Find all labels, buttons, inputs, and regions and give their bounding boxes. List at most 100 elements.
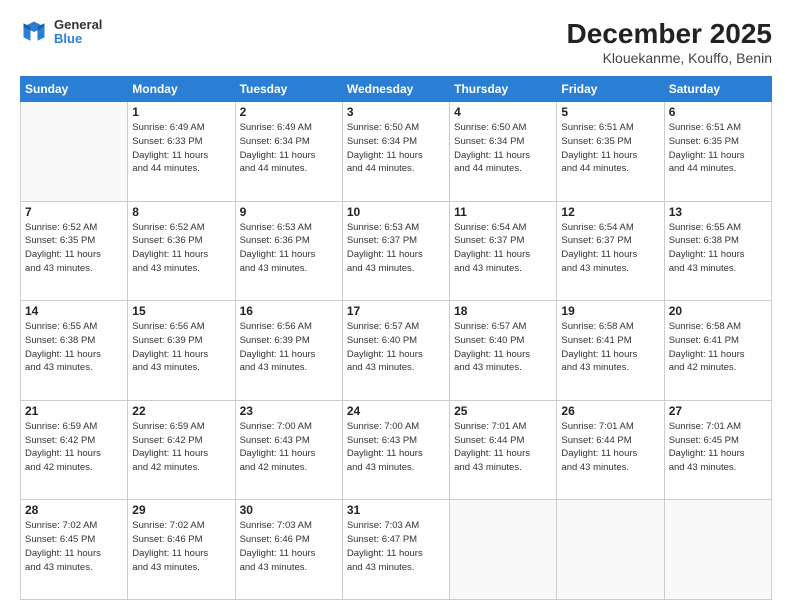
day-info: Sunrise: 7:00 AMSunset: 6:43 PMDaylight:… — [347, 420, 445, 475]
col-saturday: Saturday — [664, 77, 771, 102]
calendar-cell: 21Sunrise: 6:59 AMSunset: 6:42 PMDayligh… — [21, 400, 128, 500]
day-info: Sunrise: 6:57 AMSunset: 6:40 PMDaylight:… — [454, 320, 552, 375]
calendar-cell: 29 Sunrise: 7:02 AMSunset: 6:46 PMDayligh… — [128, 500, 235, 600]
day-number: 15 — [132, 304, 230, 318]
day-number: 24 — [347, 404, 445, 418]
day-info: Sunrise: 6:58 AMSunset: 6:41 PMDaylight:… — [561, 320, 659, 375]
day-info: Sunrise: 6:52 AMSunset: 6:36 PMDaylight:… — [132, 221, 230, 276]
logo-text: General Blue — [54, 18, 102, 47]
day-info: Sunrise: 6:55 AMSunset: 6:38 PMDaylight:… — [669, 221, 767, 276]
month-title: December 2025 — [567, 18, 772, 50]
calendar-cell: 2 Sunrise: 6:49 AMSunset: 6:34 PMDaylight… — [235, 102, 342, 202]
col-friday: Friday — [557, 77, 664, 102]
logo-blue-text: Blue — [54, 32, 102, 46]
calendar-cell: 28Sunrise: 7:02 AMSunset: 6:45 PMDayligh… — [21, 500, 128, 600]
day-info: Sunrise: 6:56 AMSunset: 6:39 PMDaylight:… — [132, 320, 230, 375]
day-info: Sunrise: 6:51 AMSunset: 6:35 PMDaylight:… — [669, 121, 767, 176]
calendar-cell: 4Sunrise: 6:50 AMSunset: 6:34 PMDaylight… — [450, 102, 557, 202]
day-number: 28 — [25, 503, 123, 517]
day-info: Sunrise: 7:01 AMSunset: 6:44 PMDaylight:… — [454, 420, 552, 475]
calendar-cell: 31Sunrise: 7:03 AMSunset: 6:47 PMDayligh… — [342, 500, 449, 600]
day-info: Sunrise: 6:49 AMSunset: 6:34 PMDaylight:… — [240, 121, 338, 176]
calendar-cell: 14 Sunrise: 6:55 AMSunset: 6:38 PMDayligh… — [21, 301, 128, 401]
calendar-cell: 1 Sunrise: 6:49 AMSunset: 6:33 PMDaylight… — [128, 102, 235, 202]
day-info: Sunrise: 6:52 AMSunset: 6:35 PMDaylight:… — [25, 221, 123, 276]
calendar-cell: 27 Sunrise: 7:01 AMSunset: 6:45 PMDayligh… — [664, 400, 771, 500]
calendar-week-row-0: 1 Sunrise: 6:49 AMSunset: 6:33 PMDaylight… — [21, 102, 772, 202]
calendar-cell: 30 Sunrise: 7:03 AMSunset: 6:46 PMDayligh… — [235, 500, 342, 600]
calendar-cell: 8 Sunrise: 6:52 AMSunset: 6:36 PMDaylight… — [128, 201, 235, 301]
day-info: Sunrise: 6:58 AMSunset: 6:41 PMDaylight:… — [669, 320, 767, 375]
day-info: Sunrise: 7:02 AMSunset: 6:46 PMDaylight:… — [132, 519, 230, 574]
calendar-cell: 3 Sunrise: 6:50 AMSunset: 6:34 PMDaylight… — [342, 102, 449, 202]
calendar-cell: 7 Sunrise: 6:52 AMSunset: 6:35 PMDaylight… — [21, 201, 128, 301]
calendar-cell: 19Sunrise: 6:58 AMSunset: 6:41 PMDayligh… — [557, 301, 664, 401]
day-info: Sunrise: 6:49 AMSunset: 6:33 PMDaylight:… — [132, 121, 230, 176]
day-number: 29 — [132, 503, 230, 517]
calendar-cell: 20 Sunrise: 6:58 AMSunset: 6:41 PMDayligh… — [664, 301, 771, 401]
calendar-cell: 24 Sunrise: 7:00 AMSunset: 6:43 PMDayligh… — [342, 400, 449, 500]
day-number: 25 — [454, 404, 552, 418]
col-wednesday: Wednesday — [342, 77, 449, 102]
day-number: 17 — [347, 304, 445, 318]
day-info: Sunrise: 7:01 AMSunset: 6:45 PMDaylight:… — [669, 420, 767, 475]
day-info: Sunrise: 6:57 AMSunset: 6:40 PMDaylight:… — [347, 320, 445, 375]
calendar-cell: 26Sunrise: 7:01 AMSunset: 6:44 PMDayligh… — [557, 400, 664, 500]
calendar-cell: 5Sunrise: 6:51 AMSunset: 6:35 PMDaylight… — [557, 102, 664, 202]
day-number: 4 — [454, 105, 552, 119]
calendar-cell — [450, 500, 557, 600]
logo-icon — [20, 18, 48, 46]
calendar-cell: 16 Sunrise: 6:56 AMSunset: 6:39 PMDayligh… — [235, 301, 342, 401]
day-number: 10 — [347, 205, 445, 219]
day-number: 30 — [240, 503, 338, 517]
calendar-cell: 17 Sunrise: 6:57 AMSunset: 6:40 PMDayligh… — [342, 301, 449, 401]
calendar-cell — [21, 102, 128, 202]
day-number: 13 — [669, 205, 767, 219]
day-info: Sunrise: 6:59 AMSunset: 6:42 PMDaylight:… — [132, 420, 230, 475]
day-info: Sunrise: 6:53 AMSunset: 6:37 PMDaylight:… — [347, 221, 445, 276]
logo: General Blue — [20, 18, 102, 47]
day-number: 27 — [669, 404, 767, 418]
day-info: Sunrise: 7:00 AMSunset: 6:43 PMDaylight:… — [240, 420, 338, 475]
day-info: Sunrise: 6:59 AMSunset: 6:42 PMDaylight:… — [25, 420, 123, 475]
calendar-cell: 11Sunrise: 6:54 AMSunset: 6:37 PMDayligh… — [450, 201, 557, 301]
calendar-cell: 9 Sunrise: 6:53 AMSunset: 6:36 PMDaylight… — [235, 201, 342, 301]
day-number: 1 — [132, 105, 230, 119]
day-number: 2 — [240, 105, 338, 119]
calendar-cell: 15 Sunrise: 6:56 AMSunset: 6:39 PMDayligh… — [128, 301, 235, 401]
day-number: 7 — [25, 205, 123, 219]
day-info: Sunrise: 6:56 AMSunset: 6:39 PMDaylight:… — [240, 320, 338, 375]
day-info: Sunrise: 7:03 AMSunset: 6:47 PMDaylight:… — [347, 519, 445, 574]
calendar-cell: 13 Sunrise: 6:55 AMSunset: 6:38 PMDayligh… — [664, 201, 771, 301]
calendar-cell: 23 Sunrise: 7:00 AMSunset: 6:43 PMDayligh… — [235, 400, 342, 500]
day-number: 12 — [561, 205, 659, 219]
col-tuesday: Tuesday — [235, 77, 342, 102]
day-number: 6 — [669, 105, 767, 119]
calendar-cell: 22Sunrise: 6:59 AMSunset: 6:42 PMDayligh… — [128, 400, 235, 500]
day-number: 5 — [561, 105, 659, 119]
day-number: 26 — [561, 404, 659, 418]
col-thursday: Thursday — [450, 77, 557, 102]
day-number: 20 — [669, 304, 767, 318]
day-info: Sunrise: 6:54 AMSunset: 6:37 PMDaylight:… — [561, 221, 659, 276]
col-sunday: Sunday — [21, 77, 128, 102]
calendar-week-row-4: 28Sunrise: 7:02 AMSunset: 6:45 PMDayligh… — [21, 500, 772, 600]
day-info: Sunrise: 6:54 AMSunset: 6:37 PMDaylight:… — [454, 221, 552, 276]
day-number: 8 — [132, 205, 230, 219]
day-number: 9 — [240, 205, 338, 219]
title-block: December 2025 Klouekanme, Kouffo, Benin — [567, 18, 772, 66]
day-info: Sunrise: 7:03 AMSunset: 6:46 PMDaylight:… — [240, 519, 338, 574]
calendar-cell — [557, 500, 664, 600]
day-info: Sunrise: 6:50 AMSunset: 6:34 PMDaylight:… — [347, 121, 445, 176]
calendar-cell: 6 Sunrise: 6:51 AMSunset: 6:35 PMDaylight… — [664, 102, 771, 202]
location-title: Klouekanme, Kouffo, Benin — [567, 50, 772, 66]
calendar-week-row-3: 21Sunrise: 6:59 AMSunset: 6:42 PMDayligh… — [21, 400, 772, 500]
logo-general-text: General — [54, 18, 102, 32]
day-info: Sunrise: 6:53 AMSunset: 6:36 PMDaylight:… — [240, 221, 338, 276]
day-number: 16 — [240, 304, 338, 318]
calendar-week-row-2: 14 Sunrise: 6:55 AMSunset: 6:38 PMDayligh… — [21, 301, 772, 401]
day-number: 23 — [240, 404, 338, 418]
day-info: Sunrise: 6:55 AMSunset: 6:38 PMDaylight:… — [25, 320, 123, 375]
day-number: 14 — [25, 304, 123, 318]
day-number: 3 — [347, 105, 445, 119]
